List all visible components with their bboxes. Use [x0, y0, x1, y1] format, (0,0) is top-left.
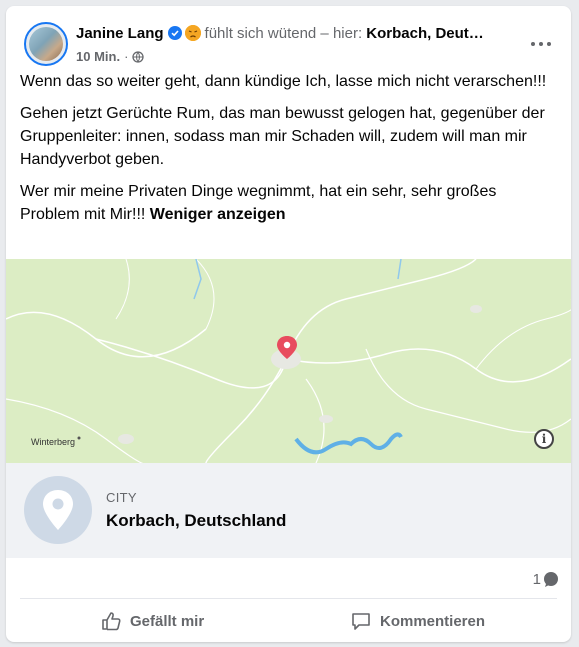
verified-badge-icon	[167, 26, 182, 40]
post-meta: 10 Min. ·	[76, 48, 145, 66]
location-link[interactable]: Korbach, Deut…	[366, 25, 484, 42]
post-headline: Janine Lang fühlt sich wütend – hier: Kor…	[76, 24, 516, 44]
show-less-link[interactable]: Weniger anzeigen	[150, 206, 286, 223]
comment-count[interactable]: 1	[533, 570, 559, 590]
post-header: Janine Lang fühlt sich wütend – hier: Kor…	[20, 18, 557, 68]
post-card: Janine Lang fühlt sich wütend – hier: Kor…	[6, 6, 571, 642]
post-body: Wenn das so weiter geht, dann kündige Ic…	[20, 70, 560, 235]
place-attachment[interactable]: CITY Korbach, Deutschland	[6, 463, 571, 558]
comment-bubble-icon	[544, 572, 558, 587]
more-options-icon[interactable]	[529, 34, 557, 54]
globe-icon[interactable]	[132, 51, 145, 63]
comment-button[interactable]: Kommentieren	[350, 606, 485, 636]
post-paragraph: Wer mir meine Privaten Dinge wegnimmt, h…	[20, 183, 497, 223]
location-pin-icon	[24, 476, 92, 544]
comment-icon	[352, 613, 370, 630]
post-paragraph: Gehen jetzt Gerüchte Rum, das man bewuss…	[20, 105, 545, 168]
author-name[interactable]: Janine Lang	[76, 25, 164, 42]
place-category: CITY	[106, 490, 137, 505]
like-button[interactable]: Gefällt mir	[100, 606, 204, 636]
thumbs-up-icon	[102, 612, 121, 631]
post-time[interactable]: 10 Min.	[76, 49, 120, 64]
map-info-icon[interactable]: i	[534, 429, 554, 449]
location-map[interactable]	[6, 259, 571, 463]
place-name[interactable]: Korbach, Deutschland	[106, 511, 286, 531]
feeling-text: fühlt sich wütend – hier:	[204, 25, 363, 42]
angry-face-icon	[184, 25, 201, 41]
post-actions: Gefällt mir Kommentieren	[20, 598, 557, 638]
map-place-label: Winterberg	[31, 437, 76, 447]
post-paragraph: Wenn das so weiter geht, dann kündige Ic…	[20, 73, 547, 90]
author-avatar[interactable]	[24, 22, 68, 66]
